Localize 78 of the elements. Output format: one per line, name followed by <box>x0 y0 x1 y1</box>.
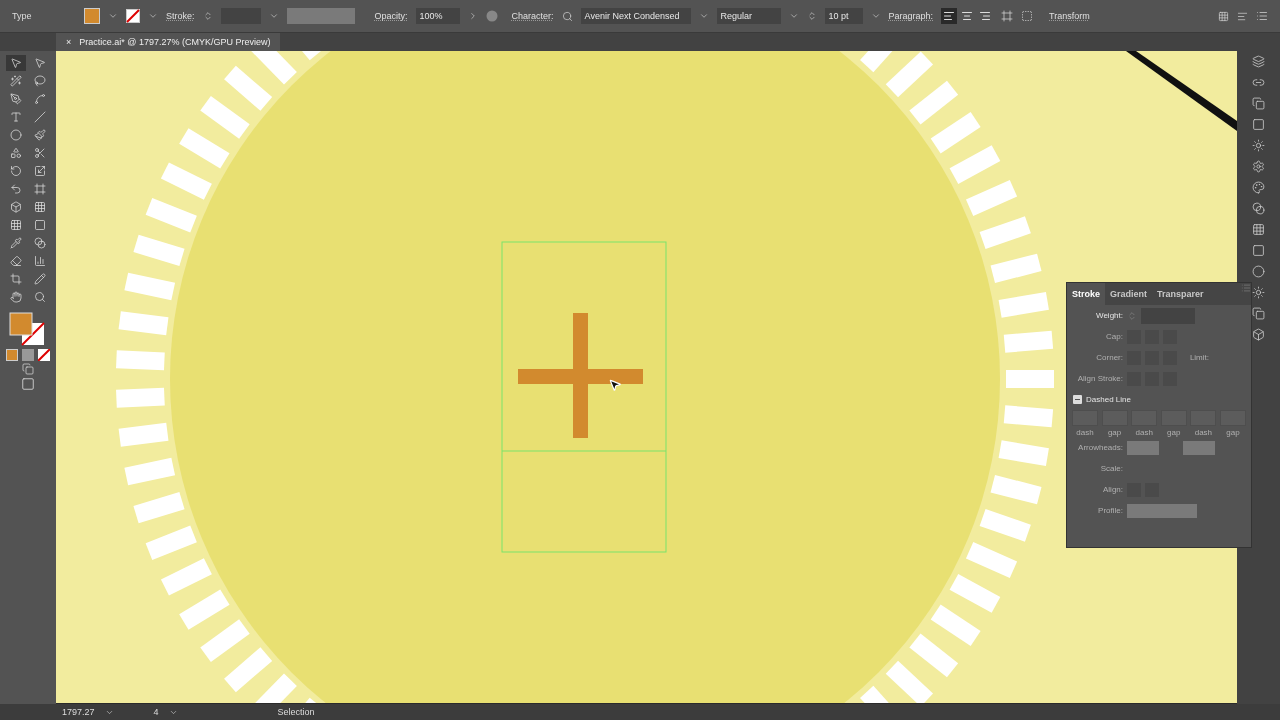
color-swatch[interactable] <box>6 349 18 361</box>
menu-icon[interactable] <box>1256 10 1268 22</box>
dashed-line-label: Dashed Line <box>1086 395 1132 404</box>
selection-icon[interactable] <box>6 55 26 71</box>
close-icon[interactable]: × <box>66 37 72 47</box>
arrowheads-label: Arrowheads: <box>1077 443 1123 452</box>
circle-icon[interactable] <box>1252 265 1265 278</box>
arrowhead-field[interactable] <box>1127 440 1159 455</box>
paragraph-label: Paragraph: <box>888 11 934 21</box>
chevron-down-icon[interactable] <box>788 11 799 21</box>
square-icon[interactable] <box>1252 244 1265 257</box>
fill-swatch[interactable] <box>84 8 100 24</box>
stroke-label: Stroke: <box>166 11 195 21</box>
link-icon[interactable] <box>1252 76 1265 89</box>
align-label: Align: <box>1102 485 1123 494</box>
scale-label: Scale: <box>1099 464 1123 473</box>
sun-icon[interactable] <box>1252 139 1265 152</box>
draw-mode-icon[interactable] <box>22 363 34 375</box>
chevron-down-icon[interactable] <box>148 11 158 21</box>
copy-icon[interactable] <box>1252 97 1265 110</box>
weight-label: Weight: <box>1095 311 1123 320</box>
bounding-box-icon[interactable] <box>1021 10 1034 22</box>
stepper-icon[interactable] <box>202 11 213 21</box>
panel-tab[interactable]: Gradient <box>1105 283 1153 305</box>
square-icon[interactable] <box>1252 118 1265 131</box>
zoom-level[interactable]: 1797.27 <box>62 707 95 717</box>
dash-label: dash <box>1075 428 1095 437</box>
dash-label: gap <box>1106 428 1123 437</box>
chevron-down-icon[interactable] <box>698 11 709 21</box>
chevron-down-icon[interactable] <box>870 11 881 21</box>
recolor-icon[interactable] <box>485 10 498 22</box>
align-icon[interactable] <box>1237 10 1248 22</box>
grid-icon[interactable] <box>1252 223 1265 236</box>
panel-tab[interactable]: Transparer <box>1152 283 1209 305</box>
dash-label: dash <box>1193 428 1214 437</box>
copy-icon[interactable] <box>1252 307 1265 320</box>
chevron-down-icon[interactable] <box>108 11 118 21</box>
selection-box[interactable] <box>500 240 670 556</box>
checkbox-icon[interactable] <box>1073 395 1082 404</box>
layers-icon[interactable] <box>1252 55 1265 68</box>
font-size-field[interactable]: 10 pt <box>824 8 863 24</box>
no-stroke-swatch[interactable] <box>126 9 140 23</box>
dash-label: gap <box>1166 428 1182 437</box>
mode-label: Type <box>12 11 33 21</box>
align-stroke-label: Align Stroke: <box>1076 374 1123 383</box>
sun-icon[interactable] <box>1252 286 1265 299</box>
panel-tab[interactable]: Stroke <box>1067 283 1105 305</box>
artboard-number[interactable]: 4 <box>153 707 159 717</box>
character-label: Character: <box>511 11 554 21</box>
align-left-icon[interactable] <box>941 8 958 24</box>
transform-link[interactable]: Transform <box>1049 11 1090 21</box>
screen-mode-icon[interactable] <box>21 377 35 391</box>
brush-field[interactable] <box>286 8 355 24</box>
palette-icon[interactable] <box>1252 181 1265 194</box>
chevron-down-icon[interactable] <box>268 11 279 21</box>
gear-icon[interactable] <box>1252 160 1265 173</box>
cube-icon[interactable] <box>1252 328 1265 341</box>
document-tab[interactable]: × Practice.ai* @ 1797.27% (CMYK/GPU Preview) <box>56 33 281 51</box>
corner-label: Corner: <box>1095 353 1123 362</box>
search-icon[interactable] <box>561 10 573 22</box>
none-icon[interactable] <box>38 349 50 361</box>
opacity-label: Opacity: <box>374 11 408 21</box>
limit-label: Limit: <box>1188 353 1209 362</box>
cap-label: Cap: <box>1105 332 1123 341</box>
opacity-field[interactable]: 100% <box>415 8 460 24</box>
profile-label: Profile: <box>1097 506 1123 515</box>
fill-stroke-icon[interactable] <box>8 311 48 347</box>
document-title: Practice.ai* @ 1797.27% (CMYK/GPU Preview) <box>79 37 271 47</box>
blend-icon[interactable] <box>1252 202 1265 215</box>
stepper-icon[interactable] <box>806 11 817 21</box>
current-tool[interactable]: Selection <box>277 707 315 717</box>
font-field[interactable]: Avenir Next Condensed <box>580 8 691 24</box>
font-style-field[interactable]: Regular <box>716 8 781 24</box>
dash-label: gap <box>1225 428 1241 437</box>
arrowhead-field[interactable] <box>1183 440 1215 455</box>
dash-label: dash <box>1134 428 1154 437</box>
cursor-icon <box>608 378 622 392</box>
profile-field[interactable] <box>1127 503 1197 518</box>
